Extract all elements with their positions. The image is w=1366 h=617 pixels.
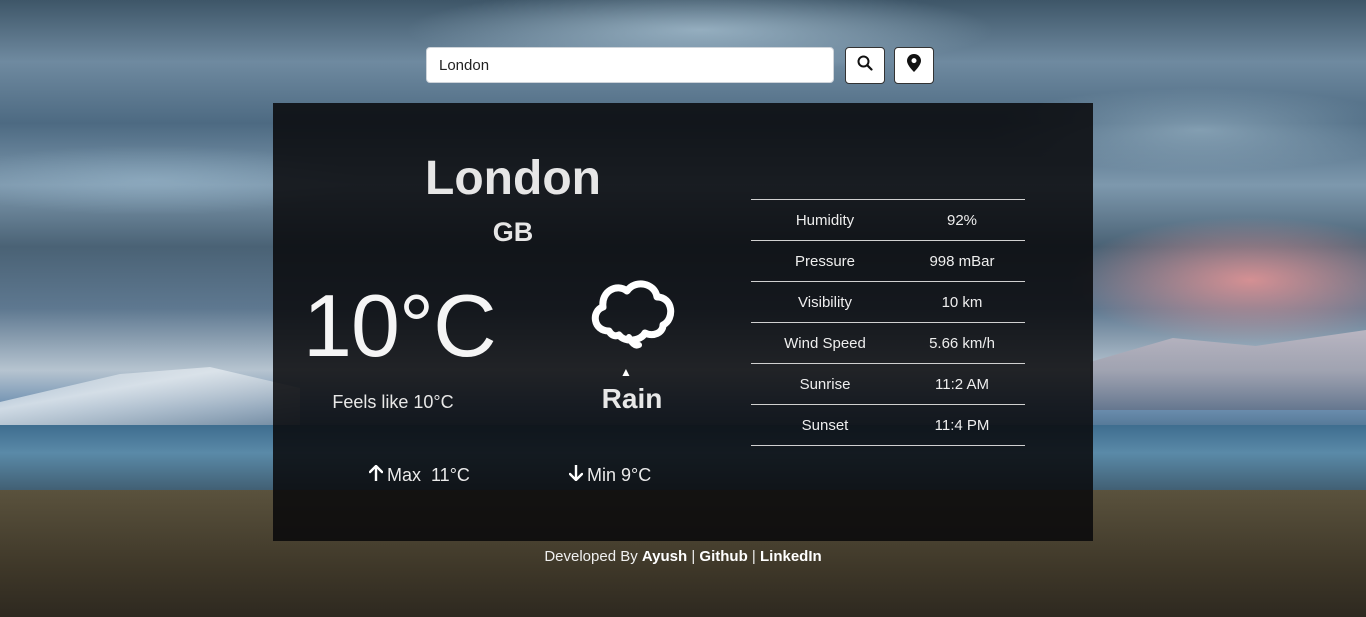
city-name: London xyxy=(425,152,601,205)
footer: Developed By Ayush | Github | LinkedIn xyxy=(0,548,1366,565)
search-icon xyxy=(857,55,873,76)
sunrise-value: 11:2 AM xyxy=(899,363,1025,405)
current-location-button[interactable] xyxy=(894,47,934,84)
author-link[interactable]: Ayush xyxy=(642,548,687,565)
sunset-value: 11:4 PM xyxy=(899,404,1025,446)
table-row: Visibility 10 km xyxy=(751,281,1025,323)
table-row: Sunrise 11:2 AM xyxy=(751,363,1025,405)
wind-speed-label: Wind Speed xyxy=(751,322,899,364)
weather-details-table: Humidity 92% Pressure 998 mBar Visibility 1… xyxy=(751,199,1025,446)
footer-separator: | xyxy=(687,548,700,565)
min-temperature: Min 9°C xyxy=(568,463,652,486)
location-pin-icon xyxy=(907,54,921,77)
table-row: Wind Speed 5.66 km/h xyxy=(751,322,1025,364)
search-button[interactable] xyxy=(845,47,885,84)
sunset-label: Sunset xyxy=(751,404,899,446)
humidity-label: Humidity xyxy=(751,199,899,241)
cloud-icon xyxy=(583,275,678,355)
city-search-input[interactable] xyxy=(426,47,834,83)
max-temperature: Max 11°C xyxy=(368,464,470,486)
current-temperature: 10°C xyxy=(303,276,497,375)
github-link[interactable]: Github xyxy=(699,548,747,565)
footer-prefix: Developed By xyxy=(544,548,642,565)
sunrise-label: Sunrise xyxy=(751,363,899,405)
feels-like: Feels like 10°C xyxy=(332,392,454,412)
weather-condition: Rain xyxy=(601,383,663,414)
arrow-down-icon xyxy=(568,463,584,486)
pressure-value: 998 mBar xyxy=(899,240,1025,282)
linkedin-link[interactable]: LinkedIn xyxy=(760,548,822,565)
weather-card: London GB 10°C Feels like 10°C ▲ Rain Ma… xyxy=(273,103,1093,541)
wind-speed-value: 5.66 km/h xyxy=(899,322,1025,364)
max-temperature-label: Max 11°C xyxy=(387,465,470,485)
visibility-label: Visibility xyxy=(751,281,899,323)
visibility-value: 10 km xyxy=(899,281,1025,323)
table-row: Sunset 11:4 PM xyxy=(751,404,1025,446)
footer-separator: | xyxy=(747,548,760,565)
country-code: GB xyxy=(492,217,534,247)
caret-up-icon: ▲ xyxy=(620,365,632,379)
min-temperature-label: Min 9°C xyxy=(587,465,652,485)
arrow-up-icon xyxy=(368,464,384,486)
pressure-label: Pressure xyxy=(751,240,899,282)
humidity-value: 92% xyxy=(899,199,1025,241)
table-row: Pressure 998 mBar xyxy=(751,240,1025,282)
table-row: Humidity 92% xyxy=(751,199,1025,241)
